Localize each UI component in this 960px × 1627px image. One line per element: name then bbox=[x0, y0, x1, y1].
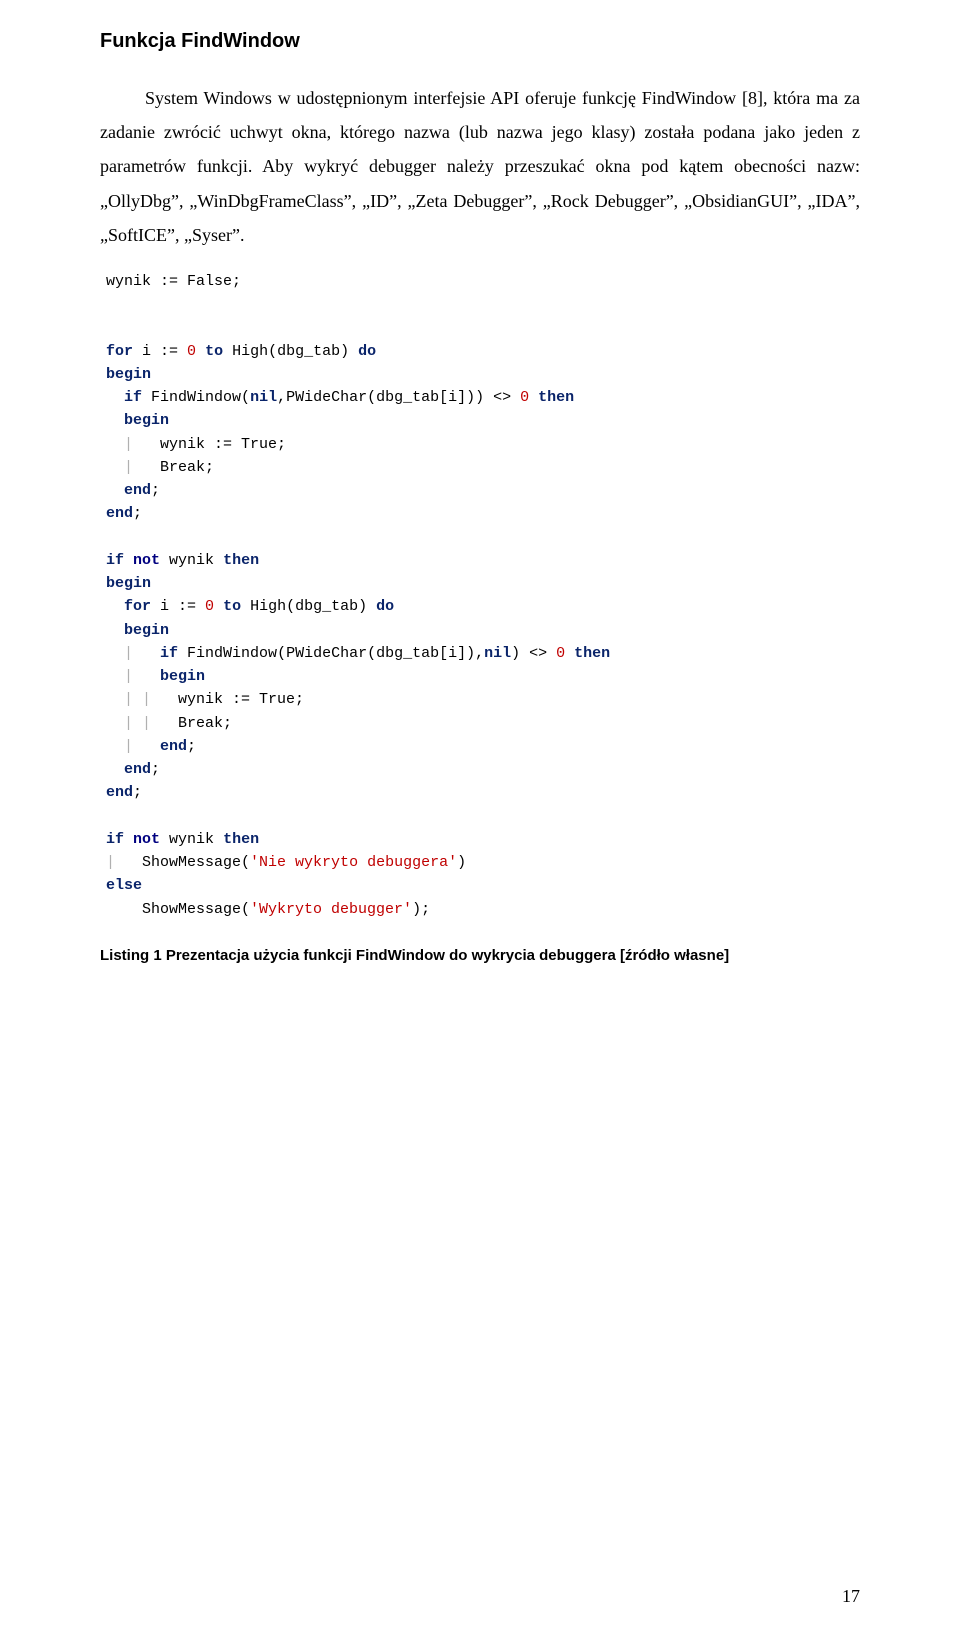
code-line: if not wynik then bbox=[106, 828, 860, 851]
code-line: wynik := False; bbox=[106, 270, 860, 293]
page-number: 17 bbox=[842, 1586, 860, 1607]
code-line: end; bbox=[106, 758, 860, 781]
code-line: begin bbox=[106, 572, 860, 595]
code-line: | | wynik := True; bbox=[106, 688, 860, 711]
code-line: for i := 0 to High(dbg_tab) do bbox=[106, 340, 860, 363]
code-line: | | Break; bbox=[106, 712, 860, 735]
code-line: | end; bbox=[106, 735, 860, 758]
code-line: | Break; bbox=[106, 456, 860, 479]
code-line: ShowMessage('Wykryto debugger'); bbox=[106, 898, 860, 921]
code-line: if not wynik then bbox=[106, 549, 860, 572]
page: Funkcja FindWindow System Windows w udos… bbox=[0, 0, 960, 1627]
code-line: for i := 0 to High(dbg_tab) do bbox=[106, 595, 860, 618]
code-line: end; bbox=[106, 502, 860, 525]
code-line: else bbox=[106, 874, 860, 897]
code-line: | ShowMessage('Nie wykryto debuggera') bbox=[106, 851, 860, 874]
code-line: begin bbox=[106, 619, 860, 642]
code-line: | if FindWindow(PWideChar(dbg_tab[i]),ni… bbox=[106, 642, 860, 665]
code-line: | wynik := True; bbox=[106, 433, 860, 456]
code-line bbox=[106, 293, 860, 316]
code-line: end; bbox=[106, 781, 860, 804]
code-line bbox=[106, 805, 860, 828]
listing-caption: Listing 1 Prezentacja użycia funkcji Fin… bbox=[100, 947, 860, 964]
code-block: wynik := False; for i := 0 to High(dbg_t… bbox=[100, 270, 860, 921]
code-line: begin bbox=[106, 363, 860, 386]
code-line bbox=[106, 316, 860, 339]
code-line bbox=[106, 526, 860, 549]
code-line: begin bbox=[106, 409, 860, 432]
code-line: | begin bbox=[106, 665, 860, 688]
body-paragraph: System Windows w udostępnionym interfejs… bbox=[100, 81, 860, 252]
code-line: if FindWindow(nil,PWideChar(dbg_tab[i]))… bbox=[106, 386, 860, 409]
section-title: Funkcja FindWindow bbox=[100, 30, 860, 53]
code-line: end; bbox=[106, 479, 860, 502]
